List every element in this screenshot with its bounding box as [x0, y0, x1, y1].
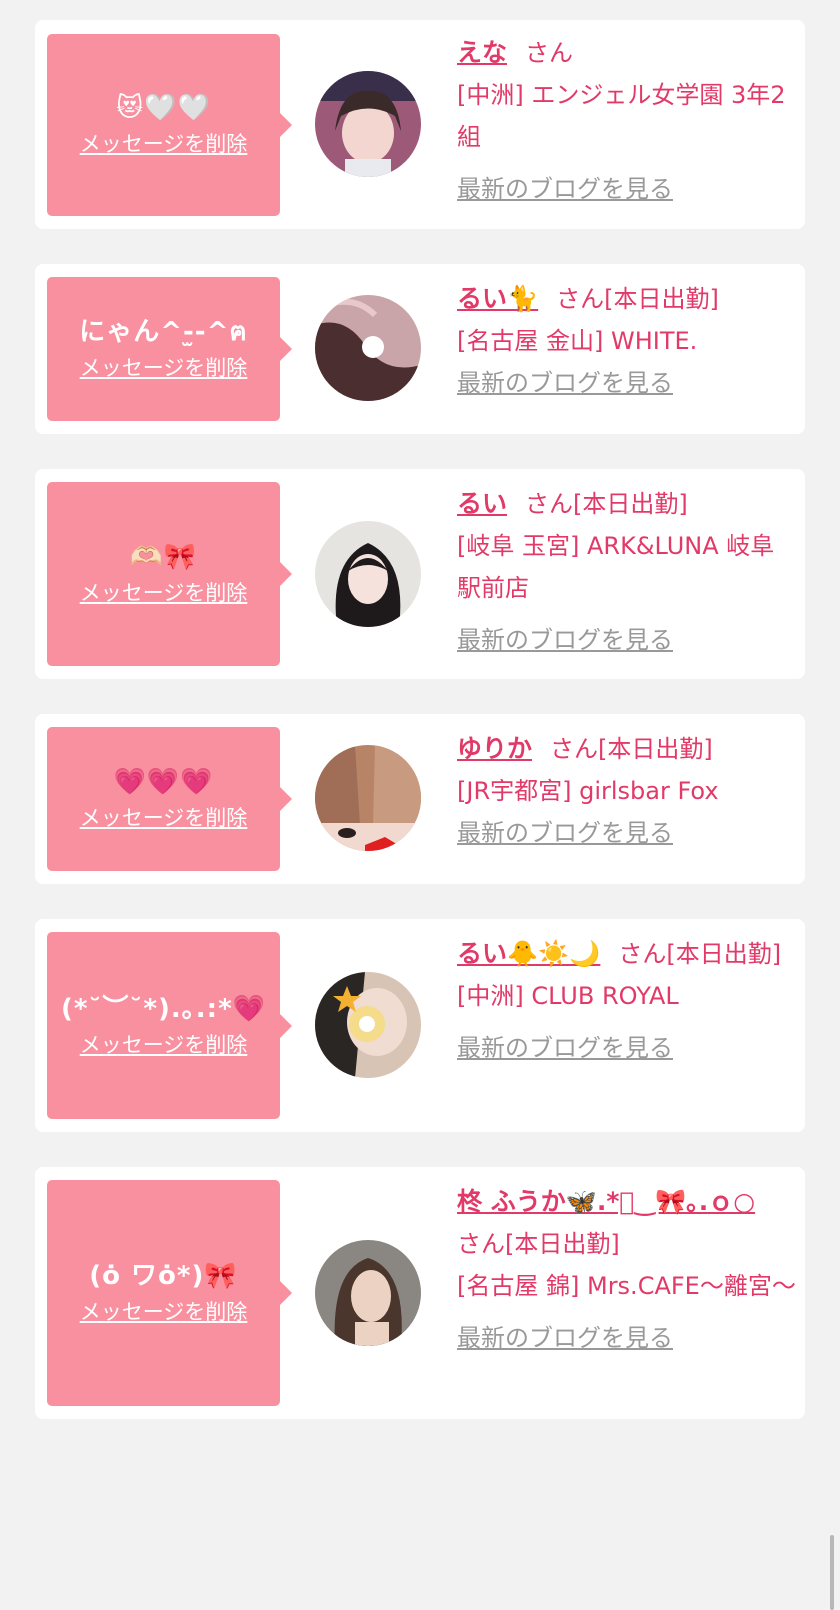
delete-message-link[interactable]: メッセージを削除	[80, 1297, 248, 1327]
message-text: 💗💗💗	[113, 767, 214, 797]
avatar[interactable]	[315, 745, 421, 851]
shop-name: [名古屋 錦] Mrs.CAFE〜離宮〜	[457, 1272, 796, 1300]
latest-blog-link[interactable]: 最新のブログを見る	[457, 1317, 673, 1359]
cast-suffix: さん[本日出勤]	[618, 940, 782, 968]
cast-name-link[interactable]: るい	[457, 489, 507, 518]
message-card: (ȯ ︎ワȯ*)🎀 メッセージを削除 柊 ふうか🦋.*ﾟ‿🎀｡.ｏ○ さん[本日…	[35, 1167, 805, 1419]
avatar[interactable]	[315, 1240, 421, 1346]
delete-message-link[interactable]: メッセージを削除	[80, 353, 248, 383]
cast-name-link[interactable]: るい🐥☀️🌙	[457, 939, 600, 968]
message-card: 💗💗💗 メッセージを削除 ゆりか さん[本日出勤] [JR宇都宮] girlsba…	[35, 714, 805, 884]
shop-name: [名古屋 金山] WHITE.	[457, 327, 698, 355]
delete-message-link[interactable]: メッセージを削除	[80, 803, 248, 833]
latest-blog-link[interactable]: 最新のブログを見る	[457, 812, 673, 854]
shop-name: [岐阜 玉宮] ARK&LUNA 岐阜駅前店	[457, 532, 775, 602]
message-text: にゃん^-̫-^ฅ	[79, 317, 248, 347]
cast-info: るい🐈 さん[本日出勤] [名古屋 金山] WHITE. 最新のブログを見る	[457, 278, 797, 404]
latest-blog-link[interactable]: 最新のブログを見る	[457, 362, 673, 404]
message-text: 😻🤍🤍	[116, 93, 211, 123]
delete-message-link[interactable]: メッセージを削除	[80, 578, 248, 608]
avatar-photo	[315, 745, 421, 851]
message-bubble: (ȯ ︎ワȯ*)🎀 メッセージを削除	[47, 1180, 292, 1406]
avatar-photo	[315, 1240, 421, 1346]
cast-suffix: さん[本日出勤]	[556, 285, 719, 313]
message-card: (*˘︶˘*).｡.:*💗 メッセージを削除 るい🐥☀️🌙 さん[本日出勤] [中…	[35, 919, 805, 1132]
message-bubble: 🫶🏻🎀 メッセージを削除	[47, 482, 292, 666]
avatar[interactable]	[315, 71, 421, 177]
cast-name-link[interactable]: るい🐈	[457, 284, 538, 313]
cast-info: 柊 ふうか🦋.*ﾟ‿🎀｡.ｏ○ さん[本日出勤] [名古屋 錦] Mrs.CAF…	[457, 1181, 797, 1359]
message-card: にゃん^-̫-^ฅ メッセージを削除 るい🐈 さん[本日出勤] [名古屋 金山] …	[35, 264, 805, 434]
latest-blog-link[interactable]: 最新のブログを見る	[457, 1027, 673, 1069]
cast-info: えな さん [中洲] エンジェル女学園 3年2組 最新のブログを見る	[457, 32, 797, 210]
avatar-photo	[315, 972, 421, 1078]
cast-suffix: さん[本日出勤]	[525, 490, 688, 518]
avatar-photo	[315, 295, 421, 401]
avatar[interactable]	[315, 295, 421, 401]
latest-blog-link[interactable]: 最新のブログを見る	[457, 619, 673, 661]
cast-info: るい さん[本日出勤] [岐阜 玉宮] ARK&LUNA 岐阜駅前店 最新のブログ…	[457, 483, 797, 661]
avatar-photo	[315, 521, 421, 627]
message-text: 🫶🏻🎀	[130, 542, 197, 572]
cast-suffix: さん	[525, 39, 574, 67]
delete-message-link[interactable]: メッセージを削除	[80, 129, 248, 159]
avatar[interactable]	[315, 972, 421, 1078]
shop-name: [JR宇都宮] girlsbar Fox	[457, 777, 719, 805]
avatar-photo	[315, 71, 421, 177]
cast-name-link[interactable]: えな	[457, 38, 507, 67]
cast-name-link[interactable]: 柊 ふうか🦋.*ﾟ‿🎀｡.ｏ○	[457, 1187, 755, 1216]
latest-blog-link[interactable]: 最新のブログを見る	[457, 168, 673, 210]
cast-suffix: さん[本日出勤]	[550, 735, 713, 763]
cast-info: るい🐥☀️🌙 さん[本日出勤] [中洲] CLUB ROYAL 最新のブログを見る	[457, 933, 797, 1069]
scrollbar[interactable]	[830, 1535, 834, 1610]
cast-suffix: さん[本日出勤]	[457, 1230, 620, 1258]
avatar[interactable]	[315, 521, 421, 627]
message-text: (*˘︶˘*).｡.:*💗	[60, 993, 267, 1024]
shop-name: [中洲] エンジェル女学園 3年2組	[457, 81, 786, 151]
cast-name-link[interactable]: ゆりか	[457, 734, 532, 763]
message-card: 🫶🏻🎀 メッセージを削除 るい さん[本日出勤] [岐阜 玉宮] ARK&LUNA…	[35, 469, 805, 679]
message-card: 😻🤍🤍 メッセージを削除 えな さん [中洲] エンジェル女学園 3年2組 最新の…	[35, 20, 805, 229]
message-bubble: 😻🤍🤍 メッセージを削除	[47, 34, 292, 216]
message-bubble: (*˘︶˘*).｡.:*💗 メッセージを削除	[47, 932, 292, 1119]
message-text: (ȯ ︎ワȯ*)🎀	[89, 1261, 238, 1291]
shop-name: [中洲] CLUB ROYAL	[457, 982, 679, 1010]
message-bubble: 💗💗💗 メッセージを削除	[47, 727, 292, 871]
delete-message-link[interactable]: メッセージを削除	[80, 1030, 248, 1060]
message-bubble: にゃん^-̫-^ฅ メッセージを削除	[47, 277, 292, 421]
cast-info: ゆりか さん[本日出勤] [JR宇都宮] girlsbar Fox 最新のブログを…	[457, 728, 797, 854]
